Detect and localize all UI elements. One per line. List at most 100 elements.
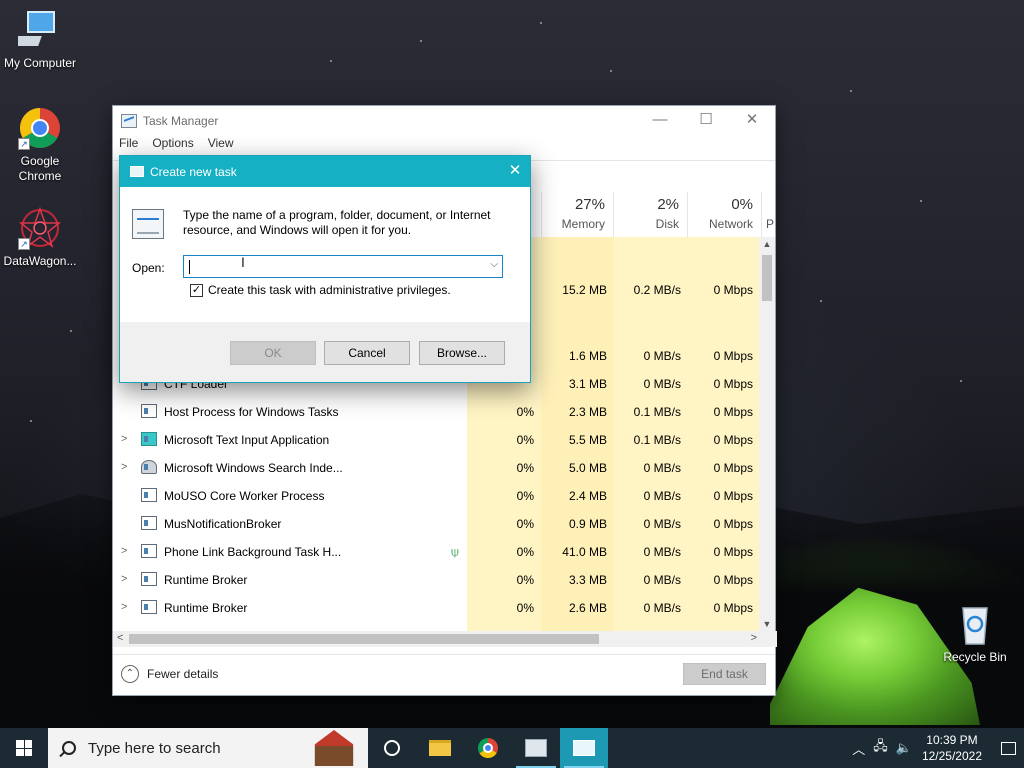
horizontal-scroll-thumb[interactable]	[129, 634, 599, 644]
process-icon	[141, 600, 157, 614]
run-icon	[130, 166, 144, 177]
column-header-network[interactable]: 0% Network	[687, 192, 761, 237]
chevron-down-icon[interactable]: ⌵	[490, 259, 498, 270]
taskbar-search-box[interactable]: Type here to search	[48, 728, 368, 768]
taskbar-clock[interactable]: 10:39 PM 12/25/2022	[916, 732, 992, 764]
dialog-close-button[interactable]: ✕	[500, 156, 530, 187]
system-tray: ︿ 🖧 🔈 10:39 PM 12/25/2022	[848, 728, 1024, 768]
disk-cell: 0 MB/s	[643, 601, 681, 615]
expand-chevron-icon[interactable]: >	[121, 545, 131, 557]
memory-cell: 3.3 MB	[568, 573, 607, 587]
power-column-label: P	[766, 217, 775, 231]
desktop-icon-google-chrome[interactable]: ↗ Google Chrome	[0, 106, 80, 184]
horizontal-scrollbar[interactable]: < >	[113, 631, 777, 647]
volume-icon[interactable]: 🔈	[892, 740, 916, 756]
table-row[interactable]: MoUSO Core Worker Process 0% 2.4 MB 0 MB…	[113, 482, 761, 510]
disk-cell: 0 MB/s	[643, 489, 681, 503]
notification-icon	[1000, 741, 1016, 755]
table-row[interactable]: Host Process for Windows Tasks 0% 2.3 MB…	[113, 398, 761, 426]
process-name: Runtime Broker	[164, 601, 248, 615]
network-cell: 0 Mbps	[713, 283, 753, 297]
scroll-left-arrow-icon[interactable]: <	[117, 632, 123, 644]
expand-chevron-icon[interactable]: >	[121, 573, 131, 585]
table-row[interactable]: > Runtime Broker 0% 2.6 MB 0 MB/s 0 Mbps	[113, 594, 761, 622]
shortcut-arrow-icon: ↗	[18, 238, 30, 250]
chevron-up-icon: ⌃	[121, 665, 139, 683]
process-icon	[141, 432, 157, 446]
chrome-icon: ↗	[18, 106, 62, 150]
taskbar-file-explorer[interactable]	[416, 728, 464, 768]
scroll-down-arrow-icon[interactable]: ▼	[759, 619, 775, 629]
network-cell: 0 Mbps	[713, 489, 753, 503]
scroll-right-arrow-icon[interactable]: >	[751, 632, 757, 644]
minimize-button[interactable]: —	[637, 106, 683, 136]
end-task-button[interactable]: End task	[683, 663, 766, 685]
checkbox-checked-icon[interactable]: ✓	[190, 283, 203, 297]
admin-privileges-checkbox[interactable]: ✓ Create this task with administrative p…	[190, 283, 451, 297]
open-combobox[interactable]: ⌵	[183, 255, 503, 278]
star	[540, 22, 542, 24]
cancel-button[interactable]: Cancel	[324, 341, 410, 365]
browse-button[interactable]: Browse...	[419, 341, 505, 365]
run-icon	[573, 740, 595, 756]
create-new-task-dialog: Create new task ✕ Type the name of a pro…	[119, 155, 531, 383]
memory-cell: 2.6 MB	[568, 601, 607, 615]
notification-center-button[interactable]	[992, 728, 1024, 768]
table-row[interactable]: MusNotificationBroker 0% 0.9 MB 0 MB/s 0…	[113, 510, 761, 538]
star	[420, 40, 422, 42]
clock-date: 12/25/2022	[921, 749, 982, 763]
column-header-memory[interactable]: 27% Memory	[541, 192, 613, 237]
taskbar-task-manager[interactable]	[512, 728, 560, 768]
desktop-icon-my-computer[interactable]: My Computer	[0, 8, 80, 71]
text-caret	[189, 260, 190, 274]
cortana-circle-icon	[384, 740, 400, 756]
fewer-details-button[interactable]: ⌃ Fewer details	[121, 665, 218, 683]
network-icon[interactable]: 🖧	[869, 737, 892, 759]
task-view-button[interactable]	[368, 728, 416, 768]
disk-cell: 0 MB/s	[643, 517, 681, 531]
cpu-cell: 0%	[516, 601, 534, 615]
scroll-up-arrow-icon[interactable]: ▲	[759, 239, 775, 249]
table-row[interactable]: > Microsoft Windows Search Inde... 0% 5.…	[113, 454, 761, 482]
maximize-button[interactable]: ☐	[683, 106, 729, 136]
memory-cell: 2.4 MB	[568, 489, 607, 503]
taskbar-chrome[interactable]	[464, 728, 512, 768]
expand-chevron-icon[interactable]: >	[121, 433, 131, 445]
expand-chevron-icon[interactable]: >	[121, 601, 131, 613]
memory-cell: 1.6 MB	[568, 349, 607, 363]
process-name: Runtime Broker	[164, 573, 248, 587]
star	[30, 420, 32, 422]
ok-button[interactable]: OK	[230, 341, 316, 365]
vertical-scroll-thumb[interactable]	[762, 255, 772, 301]
datawagon-icon: ↗	[18, 206, 62, 250]
dialog-titlebar[interactable]: Create new task ✕	[120, 156, 530, 187]
menu-file[interactable]: File	[119, 136, 138, 156]
close-button[interactable]: ✕	[729, 106, 775, 136]
dialog-button-bar: OK Cancel Browse...	[120, 322, 530, 382]
expand-chevron-icon[interactable]: >	[121, 461, 131, 473]
process-name: Microsoft Windows Search Inde...	[164, 461, 343, 475]
start-button[interactable]	[0, 728, 48, 768]
star	[850, 90, 852, 92]
process-name: Phone Link Background Task H...	[164, 545, 342, 559]
table-row[interactable]: > Microsoft Text Input Application 0% 5.…	[113, 426, 761, 454]
table-row[interactable]: > Runtime Broker 0% 3.3 MB 0 MB/s 0 Mbps	[113, 566, 761, 594]
task-manager-title: Task Manager	[143, 114, 219, 128]
taskbar-create-new-task[interactable]	[560, 728, 608, 768]
show-hidden-icons-chevron-icon[interactable]: ︿	[848, 739, 869, 758]
menu-options[interactable]: Options	[152, 136, 193, 156]
desktop-icon-recycle-bin[interactable]: Recycle Bin	[935, 602, 1015, 665]
desktop-icon-datawagon[interactable]: ↗ DataWagon...	[0, 206, 80, 269]
column-header-power[interactable]: P	[761, 192, 777, 237]
cpu-cell: 0%	[516, 433, 534, 447]
disk-cell: 0 MB/s	[643, 545, 681, 559]
column-header-disk[interactable]: 2% Disk	[613, 192, 687, 237]
cpu-cell: 0%	[516, 573, 534, 587]
menu-view[interactable]: View	[208, 136, 234, 156]
task-manager-icon	[121, 114, 137, 128]
clock-time: 10:39 PM	[926, 733, 978, 747]
table-row[interactable]: > Phone Link Background Task H... ⍦ 0% 4…	[113, 538, 761, 566]
network-column-label: Network	[708, 217, 753, 231]
task-manager-titlebar[interactable]: Task Manager — ☐ ✕	[113, 106, 775, 136]
vertical-scrollbar[interactable]: ▲ ▼	[759, 237, 775, 631]
